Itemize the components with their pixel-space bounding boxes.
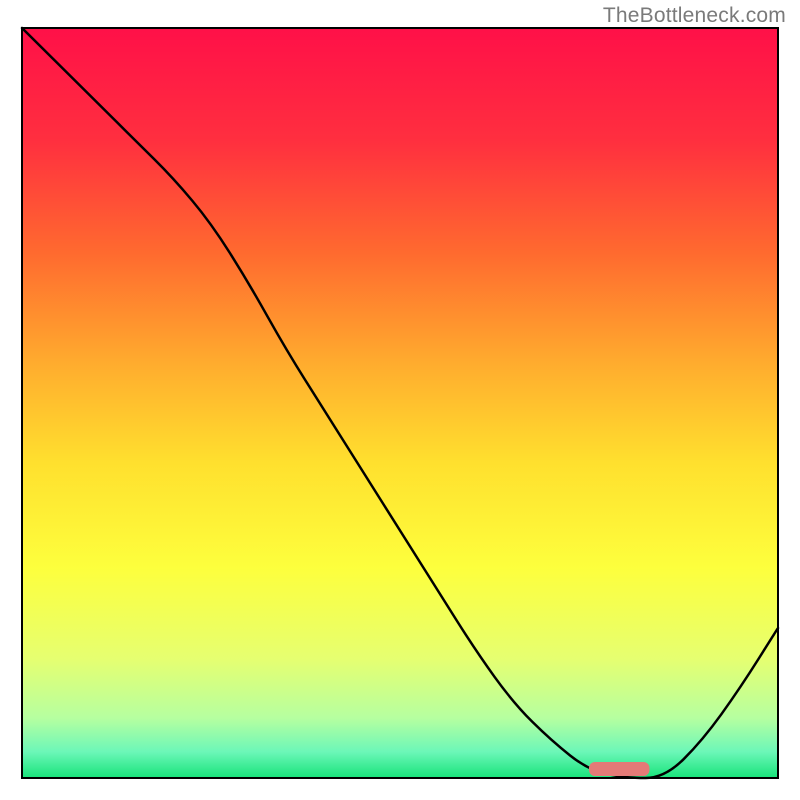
watermark-text: TheBottleneck.com (603, 4, 786, 28)
optimum-marker (589, 762, 649, 776)
bottleneck-chart (0, 0, 800, 800)
chart-container: TheBottleneck.com (0, 0, 800, 800)
